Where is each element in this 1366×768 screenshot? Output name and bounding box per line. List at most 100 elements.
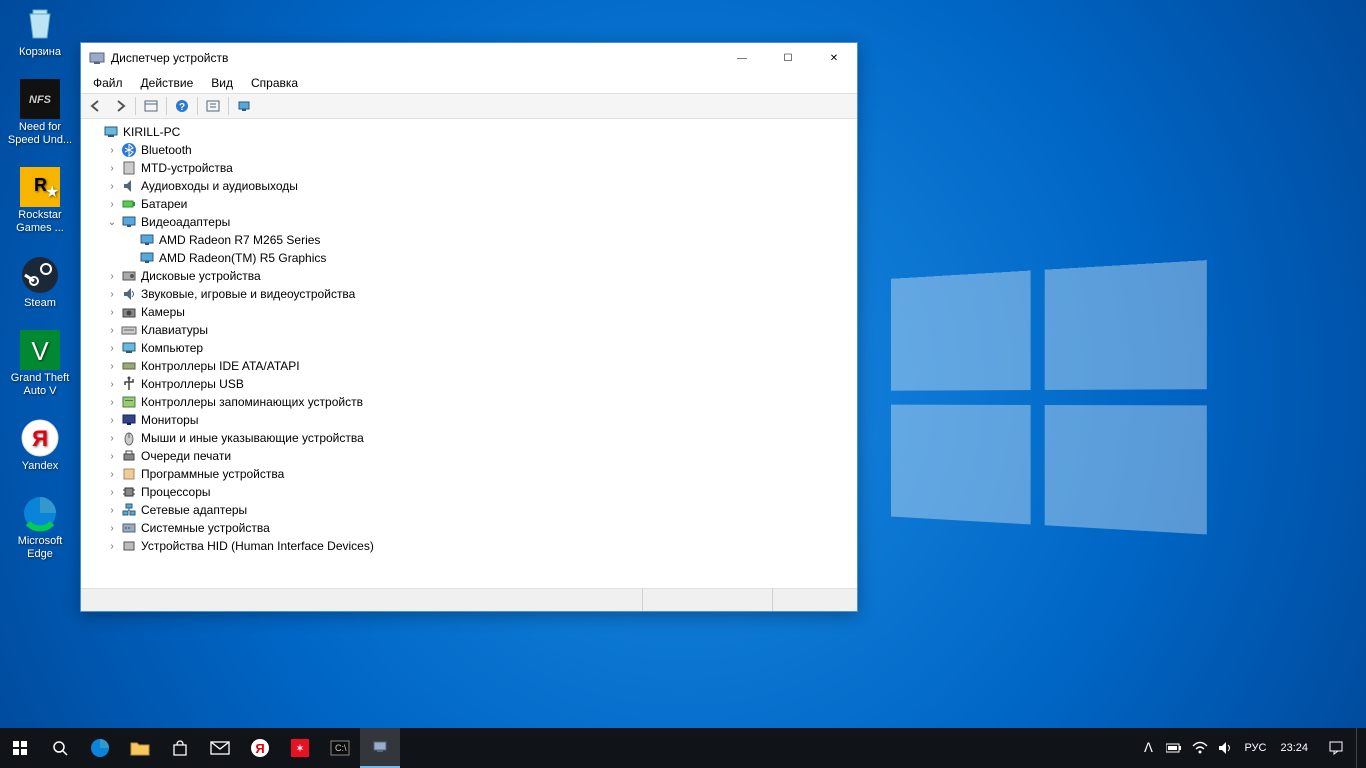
tree-node[interactable]: Устройства HID (Human Interface Devices) bbox=[81, 537, 857, 555]
tree-node[interactable]: Клавиатуры bbox=[81, 321, 857, 339]
expand-icon[interactable] bbox=[105, 377, 119, 391]
window-titlebar[interactable]: Диспетчер устройств — ☐ ✕ bbox=[81, 43, 857, 73]
tree-node[interactable]: Мониторы bbox=[81, 411, 857, 429]
toolbar-properties-button[interactable] bbox=[202, 95, 224, 117]
storage-icon bbox=[121, 394, 137, 410]
toolbar-back-button[interactable] bbox=[85, 95, 107, 117]
expand-icon[interactable] bbox=[105, 539, 119, 553]
tree-node[interactable]: Программные устройства bbox=[81, 465, 857, 483]
desktop-icon-nfs[interactable]: NFSNeed for Speed Und... bbox=[4, 79, 76, 147]
tree-node[interactable]: Очереди печати bbox=[81, 447, 857, 465]
expand-icon[interactable] bbox=[105, 485, 119, 499]
tree-node[interactable]: AMD Radeon R7 M265 Series bbox=[81, 231, 857, 249]
expand-icon[interactable] bbox=[105, 503, 119, 517]
tree-node[interactable]: Контроллеры IDE ATA/ATAPI bbox=[81, 357, 857, 375]
close-button[interactable]: ✕ bbox=[811, 43, 857, 73]
desktop-icon-steam[interactable]: Steam bbox=[4, 255, 76, 310]
expand-icon[interactable] bbox=[105, 359, 119, 373]
expand-icon[interactable] bbox=[105, 395, 119, 409]
tree-node[interactable]: KIRILL-PC bbox=[81, 123, 857, 141]
expand-icon[interactable] bbox=[105, 197, 119, 211]
desktop-icon-recycle-bin[interactable]: Корзина bbox=[4, 4, 76, 59]
toolbar-help-button[interactable]: ? bbox=[171, 95, 193, 117]
desktop-icon-label: Корзина bbox=[19, 46, 61, 59]
clock[interactable]: 23:24 bbox=[1272, 742, 1316, 754]
tree-node[interactable]: Видеоадаптеры bbox=[81, 213, 857, 231]
svg-text:✶: ✶ bbox=[295, 743, 304, 755]
tree-node[interactable]: Системные устройства bbox=[81, 519, 857, 537]
expand-icon[interactable] bbox=[105, 161, 119, 175]
tree-node[interactable]: MTD-устройства bbox=[81, 159, 857, 177]
tree-node-label: Контроллеры IDE ATA/ATAPI bbox=[141, 359, 300, 373]
taskbar-search-button[interactable] bbox=[40, 728, 80, 768]
tree-node-label: Клавиатуры bbox=[141, 323, 208, 337]
expand-icon[interactable] bbox=[105, 521, 119, 535]
taskbar-mail-app[interactable] bbox=[200, 728, 240, 768]
expand-icon[interactable] bbox=[105, 179, 119, 193]
tree-node[interactable]: AMD Radeon(TM) R5 Graphics bbox=[81, 249, 857, 267]
tray-expand-icon[interactable]: ᐱ bbox=[1136, 728, 1160, 768]
expand-icon[interactable] bbox=[105, 449, 119, 463]
menu-вид[interactable]: Вид bbox=[203, 75, 241, 91]
tree-node-label: Аудиовходы и аудиовыходы bbox=[141, 179, 298, 193]
taskbar-explorer-app[interactable] bbox=[120, 728, 160, 768]
expand-icon[interactable] bbox=[105, 323, 119, 337]
desktop-icon-edge[interactable]: Microsoft Edge bbox=[4, 493, 76, 561]
minimize-button[interactable]: — bbox=[719, 43, 765, 73]
menu-справка[interactable]: Справка bbox=[243, 75, 306, 91]
menubar: ФайлДействиеВидСправка bbox=[81, 73, 857, 93]
taskbar-store-app[interactable] bbox=[160, 728, 200, 768]
taskbar-device-manager-app[interactable] bbox=[360, 728, 400, 768]
expand-icon[interactable] bbox=[105, 269, 119, 283]
tree-node[interactable]: Камеры bbox=[81, 303, 857, 321]
yandex-icon: Я bbox=[20, 418, 60, 458]
taskbar-cmd-app[interactable]: C:\ bbox=[320, 728, 360, 768]
tree-node[interactable]: Контроллеры запоминающих устройств bbox=[81, 393, 857, 411]
taskbar-edge-app[interactable] bbox=[80, 728, 120, 768]
tree-node[interactable]: Дисковые устройства bbox=[81, 267, 857, 285]
device-manager-window: Диспетчер устройств — ☐ ✕ ФайлДействиеВи… bbox=[80, 42, 858, 612]
device-manager-icon bbox=[89, 50, 105, 66]
tree-node[interactable]: Процессоры bbox=[81, 483, 857, 501]
tree-node[interactable]: Bluetooth bbox=[81, 141, 857, 159]
expand-icon[interactable] bbox=[105, 143, 119, 157]
toolbar-scan-button[interactable] bbox=[233, 95, 255, 117]
show-desktop-button[interactable] bbox=[1356, 728, 1362, 768]
expand-icon[interactable] bbox=[105, 341, 119, 355]
taskbar-yandex-app[interactable]: Я bbox=[240, 728, 280, 768]
taskbar-start-button[interactable] bbox=[0, 728, 40, 768]
tree-node[interactable]: Компьютер bbox=[81, 339, 857, 357]
collapse-icon[interactable] bbox=[105, 215, 119, 229]
tree-node[interactable]: Сетевые адаптеры bbox=[81, 501, 857, 519]
tree-node[interactable]: Контроллеры USB bbox=[81, 375, 857, 393]
desktop-icon-gtav[interactable]: VGrand Theft Auto V bbox=[4, 330, 76, 398]
toolbar-forward-button[interactable] bbox=[109, 95, 131, 117]
tree-node[interactable]: Звуковые, игровые и видеоустройства bbox=[81, 285, 857, 303]
desktop-icon-rockstar[interactable]: R★Rockstar Games ... bbox=[4, 167, 76, 235]
expand-icon[interactable] bbox=[105, 413, 119, 427]
device-tree[interactable]: KIRILL-PCBluetoothMTD-устройства Аудиовхо… bbox=[81, 119, 857, 589]
battery-icon[interactable] bbox=[1162, 728, 1186, 768]
expand-icon[interactable] bbox=[105, 287, 119, 301]
bluetooth-icon bbox=[121, 142, 137, 158]
volume-icon[interactable] bbox=[1214, 728, 1238, 768]
expand-icon[interactable] bbox=[105, 467, 119, 481]
menu-действие[interactable]: Действие bbox=[133, 75, 202, 91]
input-language[interactable]: РУС bbox=[1240, 742, 1270, 754]
taskbar-red-app-app[interactable]: ✶ bbox=[280, 728, 320, 768]
tree-node[interactable]: Мыши и иные указывающие устройства bbox=[81, 429, 857, 447]
tree-node-label: Видеоадаптеры bbox=[141, 215, 230, 229]
notifications-icon[interactable] bbox=[1318, 728, 1354, 768]
menu-файл[interactable]: Файл bbox=[85, 75, 131, 91]
expand-icon[interactable] bbox=[105, 431, 119, 445]
toolbar-show-hidden-button[interactable] bbox=[140, 95, 162, 117]
wifi-icon[interactable] bbox=[1188, 728, 1212, 768]
svg-text:Я: Я bbox=[255, 741, 264, 756]
tree-node[interactable]: Батареи bbox=[81, 195, 857, 213]
svg-text:★: ★ bbox=[45, 184, 59, 201]
expand-icon[interactable] bbox=[105, 305, 119, 319]
desktop-icon-yandex[interactable]: ЯYandex bbox=[4, 418, 76, 473]
tree-node-label: Мониторы bbox=[141, 413, 198, 427]
tree-node[interactable]: Аудиовходы и аудиовыходы bbox=[81, 177, 857, 195]
maximize-button[interactable]: ☐ bbox=[765, 43, 811, 73]
